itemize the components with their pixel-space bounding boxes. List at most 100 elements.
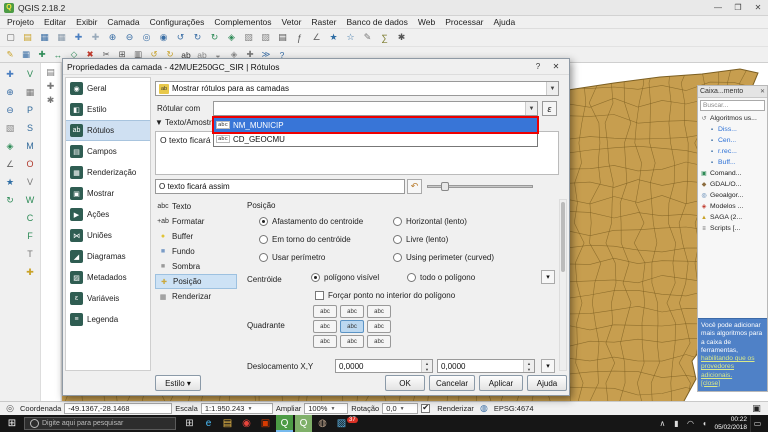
radio-horizontal-lento[interactable]: Horizontal (lento) — [393, 217, 467, 226]
pan-map-icon[interactable]: ✚ — [71, 30, 86, 45]
ok-button[interactable]: OK — [385, 375, 425, 391]
data-defined-centroid-button[interactable]: ▾ — [541, 270, 555, 284]
tab-sombra[interactable]: ■ Sombra — [155, 259, 237, 274]
data-defined-offset-button[interactable]: ▾ — [541, 359, 555, 373]
add-wfs-layer-icon[interactable]: F — [22, 228, 38, 244]
offset-x-input[interactable]: 0,0000 ▲ ▼ — [335, 359, 433, 373]
radio-using-perimeter-curved[interactable]: Using perimeter (curved) — [393, 253, 494, 262]
menu-exibir[interactable]: Exibir — [71, 17, 102, 27]
select-features-icon[interactable]: ▧ — [241, 30, 256, 45]
zoom-in-icon[interactable]: ⊕ — [105, 30, 120, 45]
quadrant-button-top[interactable]: abc — [340, 305, 364, 318]
qgis-icon[interactable]: Q — [276, 415, 293, 432]
radio-poligono-visivel[interactable]: polígono visível — [311, 273, 379, 282]
add-wcs-layer-icon[interactable]: C — [22, 210, 38, 226]
task-view-icon[interactable]: ⊞ — [181, 415, 198, 432]
annotation-icon[interactable]: ✎ — [360, 30, 375, 45]
add-group-icon[interactable]: ✚ — [44, 79, 58, 93]
zoom-out-tool-icon[interactable]: ⊖ — [2, 102, 18, 118]
quadrant-button-right[interactable]: abc — [367, 320, 391, 333]
dialog-close-button[interactable]: ✕ — [547, 60, 565, 74]
toolbox-item-buffer[interactable]: ▪ Buff... — [698, 157, 767, 168]
menu-camada[interactable]: Camada — [102, 17, 144, 27]
minimize-button[interactable]: — — [708, 0, 728, 16]
estilo-menu-button[interactable]: Estilo ▾ — [155, 375, 201, 391]
rotation-spin[interactable]: 0,0 ▼ — [382, 403, 419, 414]
zoom-native-icon[interactable]: ◎ — [139, 30, 154, 45]
plugins-icon[interactable]: ✱ — [394, 30, 409, 45]
new-layer-icon[interactable]: ✚ — [22, 264, 38, 280]
field-option-cd-geocmu[interactable]: abc CD_GEOCMU — [214, 132, 537, 146]
sample-group-header[interactable]: ▼ Texto/Amostra — [155, 118, 216, 127]
add-postgis-layer-icon[interactable]: P — [22, 102, 38, 118]
expression-builder-button[interactable]: ε — [542, 101, 557, 116]
cancel-button[interactable]: Cancelar — [429, 375, 475, 391]
radio-todo-poligono[interactable]: todo o polígono — [407, 273, 475, 282]
add-virtual-layer-icon[interactable]: V — [22, 174, 38, 190]
radio-em-torno-centroide[interactable]: Em torno do centróide — [259, 235, 351, 244]
attribute-table-icon[interactable]: ▤ — [275, 30, 290, 45]
edge-icon[interactable]: e — [200, 415, 217, 432]
toolbox-item-models[interactable]: ◈ Modelos ... — [698, 201, 767, 212]
content-scrollbar[interactable] — [559, 199, 567, 371]
offset-y-input[interactable]: 0,0000 ▲ ▼ — [437, 359, 535, 373]
save-as-icon[interactable]: ▦ — [54, 30, 69, 45]
radio-livre-lento[interactable]: Livre (lento) — [393, 235, 448, 244]
preview-scale-slider[interactable] — [427, 179, 533, 194]
spinner-arrows-icon[interactable]: ▲ ▼ — [523, 360, 534, 372]
menu-banco-de-dados[interactable]: Banco de dados — [341, 17, 412, 27]
layers-settings-icon[interactable]: ✱ — [44, 93, 58, 107]
menu-ajuda[interactable]: Ajuda — [489, 17, 521, 27]
wifi-icon[interactable]: ◠ — [684, 418, 696, 430]
field-option-nm-municip[interactable]: abc NM_MUNICIP — [212, 116, 539, 134]
select-tool-icon[interactable]: ▧ — [2, 120, 18, 136]
preview-reset-icon[interactable]: ↶ — [407, 179, 422, 194]
toolbox-close-icon[interactable]: ✕ — [760, 88, 765, 95]
quadrant-button-bottom[interactable]: abc — [340, 335, 364, 348]
pan-tool-icon[interactable]: ✚ — [2, 66, 18, 82]
identify-tool-icon[interactable]: ◈ — [2, 138, 18, 154]
dialog-nav-unioes[interactable]: ⋈ Uniões — [66, 225, 150, 246]
enable-providers-link[interactable]: habilitando que os provedores adicionais… — [701, 355, 764, 380]
refresh-tool-icon[interactable]: ↻ — [2, 192, 18, 208]
save-project-icon[interactable]: ▦ — [37, 30, 52, 45]
close-button[interactable]: ✕ — [748, 0, 768, 16]
radio-afastamento-centroide[interactable]: Afastamento do centroide — [259, 217, 363, 226]
add-spatialite-layer-icon[interactable]: S — [22, 120, 38, 136]
radio-usar-perimetro[interactable]: Usar perímetro — [259, 253, 325, 262]
dialog-nav-mostrar[interactable]: ▣ Mostrar — [66, 183, 150, 204]
dialog-nav-geral[interactable]: ◉ Geral — [66, 78, 150, 99]
save-edits-icon[interactable]: ▦ — [19, 48, 33, 62]
close-help-link[interactable]: [close] — [701, 380, 764, 388]
scrollbar-thumb[interactable] — [561, 202, 565, 272]
volume-icon[interactable]: ◖ — [698, 418, 710, 430]
deselect-features-icon[interactable]: ▨ — [258, 30, 273, 45]
toggle-editing-icon[interactable]: ✎ — [3, 48, 17, 62]
menu-web[interactable]: Web — [413, 17, 440, 27]
toolbox-item-saga[interactable]: ▲ SAGA (2... — [698, 212, 767, 223]
dialog-nav-rotulos[interactable]: ab Rótulos — [66, 120, 150, 141]
zoom-last-icon[interactable]: ↺ — [173, 30, 188, 45]
toolbox-item-centroids[interactable]: ▪ Cen... — [698, 135, 767, 146]
log-messages-icon[interactable]: ▣ — [749, 401, 764, 416]
toolbox-item-geoalgorithms[interactable]: ◎ Geoalgor... — [698, 190, 767, 201]
menu-editar[interactable]: Editar — [39, 17, 71, 27]
dialog-titlebar[interactable]: Propriedades da camada - 42MUE250GC_SIR … — [63, 59, 569, 75]
tab-fundo[interactable]: ■ Fundo — [155, 244, 237, 259]
menu-processar[interactable]: Processar — [440, 17, 488, 27]
quadrant-button-bottom-left[interactable]: abc — [313, 335, 337, 348]
toolbox-item-recent[interactable]: ↺ Algoritmos us... — [698, 113, 767, 124]
tray-chevron-up-icon[interactable]: ∧ — [656, 418, 668, 430]
add-mssql-layer-icon[interactable]: M — [22, 138, 38, 154]
quadrant-button-bottom-right[interactable]: abc — [367, 335, 391, 348]
add-text-layer-icon[interactable]: T — [22, 246, 38, 262]
measure-tool-icon[interactable]: ∠ — [2, 156, 18, 172]
toolbox-item-dissolve[interactable]: ▪ Diss... — [698, 124, 767, 135]
add-vector-layer-icon[interactable]: V — [22, 66, 38, 82]
tab-renderizar[interactable]: ▦ Renderizar — [155, 289, 237, 304]
toolbox-search-input[interactable]: Buscar... — [700, 100, 765, 111]
office-icon[interactable]: ▣ — [257, 415, 274, 432]
extent-toggle-icon[interactable]: ◎ — [4, 403, 16, 415]
dialog-nav-campos[interactable]: ▤ Campos — [66, 141, 150, 162]
bookmark-tool-icon[interactable]: ★ — [2, 174, 18, 190]
